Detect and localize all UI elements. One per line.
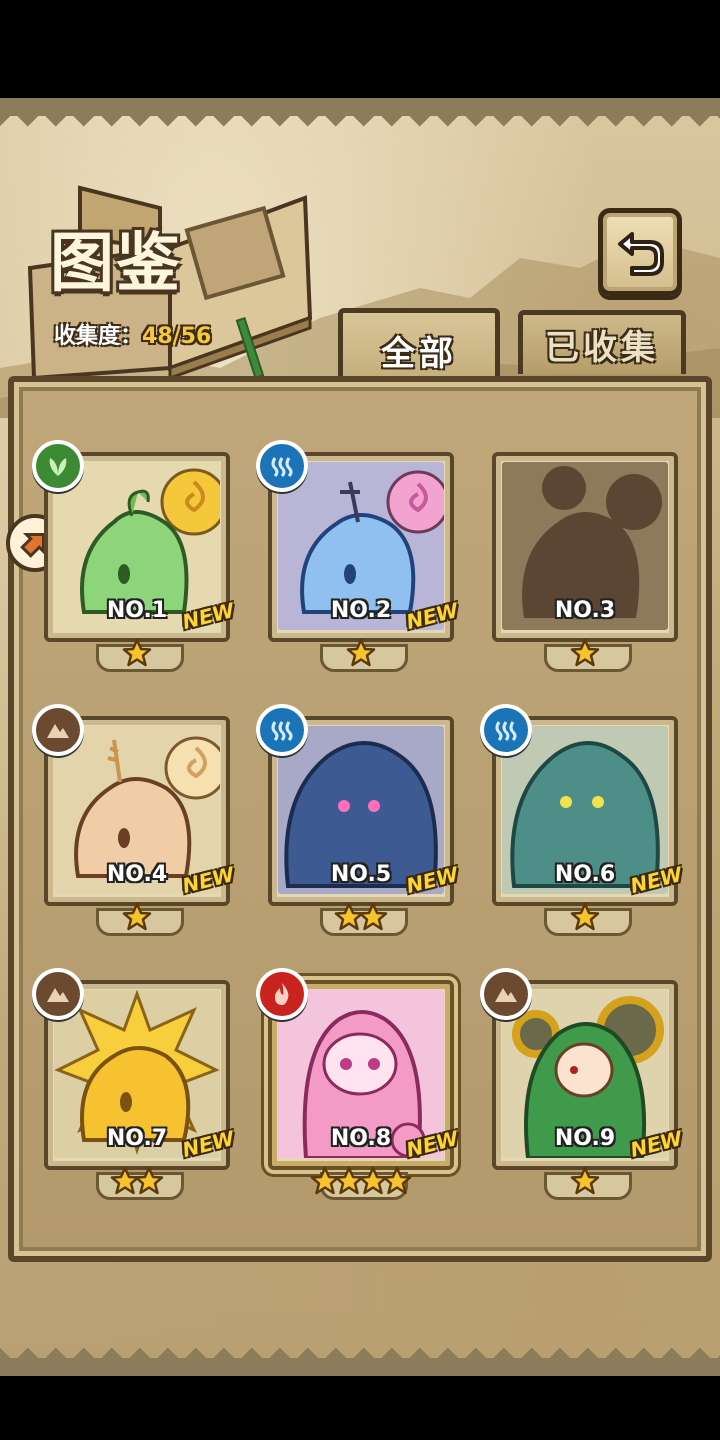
water-icon — [271, 721, 293, 742]
status-bar-area — [0, 0, 720, 98]
star-rating — [44, 1166, 230, 1202]
star-icon — [122, 638, 152, 667]
bottom-zigzag-border — [0, 1344, 720, 1358]
element-badge — [256, 968, 308, 1020]
star-rating — [268, 1166, 454, 1202]
star-icon — [570, 902, 600, 931]
element-badge — [256, 440, 308, 492]
collection-progress: 收集度：48/56 — [54, 318, 211, 350]
star-icon — [570, 638, 600, 667]
earth-icon — [47, 988, 69, 1002]
water-icon — [495, 721, 517, 742]
star-rating — [44, 902, 230, 938]
earth-icon — [47, 724, 69, 738]
star-rating — [268, 902, 454, 938]
star-icon — [134, 1166, 164, 1195]
monster-card-9[interactable]: NO.9 NEW — [480, 968, 685, 1202]
back-arrow-icon — [618, 232, 664, 276]
element-badge — [480, 968, 532, 1020]
star-icon — [570, 1166, 600, 1195]
element-badge — [32, 704, 84, 756]
star-icon — [122, 902, 152, 931]
star-rating — [268, 638, 454, 674]
monster-card-7[interactable]: NO.7 NEW — [32, 968, 237, 1202]
monster-card-6[interactable]: NO.6 NEW — [480, 704, 685, 938]
star-rating — [44, 638, 230, 674]
monster-card-3[interactable]: NO.3 — [492, 452, 678, 672]
monster-card-2[interactable]: NO.2 NEW — [256, 440, 461, 674]
element-badge — [256, 704, 308, 756]
monster-card-4[interactable]: NO.4 NEW — [32, 704, 237, 938]
progress-label: 收集度： — [54, 324, 143, 349]
leaf-icon — [49, 458, 67, 476]
monster-card-8[interactable]: NO.8 NEW — [256, 968, 461, 1202]
progress-value: 48/56 — [142, 324, 212, 349]
navigation-bar-area — [0, 1376, 720, 1440]
star-icon — [382, 1166, 412, 1195]
water-icon — [271, 457, 293, 478]
star-icon — [358, 902, 388, 931]
element-badge — [32, 440, 84, 492]
element-badge — [480, 704, 532, 756]
page-title: 图鉴 — [50, 227, 182, 301]
star-rating — [492, 638, 678, 674]
star-rating — [492, 1166, 678, 1202]
top-zigzag-border — [0, 116, 720, 130]
tab-collected[interactable]: 已收集 — [518, 310, 686, 374]
monster-card-5[interactable]: NO.5 NEW — [256, 704, 461, 938]
back-button[interactable] — [598, 208, 682, 296]
star-rating — [492, 902, 678, 938]
element-badge — [32, 968, 84, 1020]
collection-screen: 图鉴 收集度：48/56 全部 已收集 NO.1 NEW NO.2 NEW NO… — [0, 98, 720, 1376]
fire-icon — [274, 983, 289, 1005]
monster-card-1[interactable]: NO.1 NEW — [32, 440, 237, 674]
card-number: NO.3 — [554, 598, 616, 623]
earth-icon — [495, 988, 517, 1002]
star-icon — [346, 638, 376, 667]
